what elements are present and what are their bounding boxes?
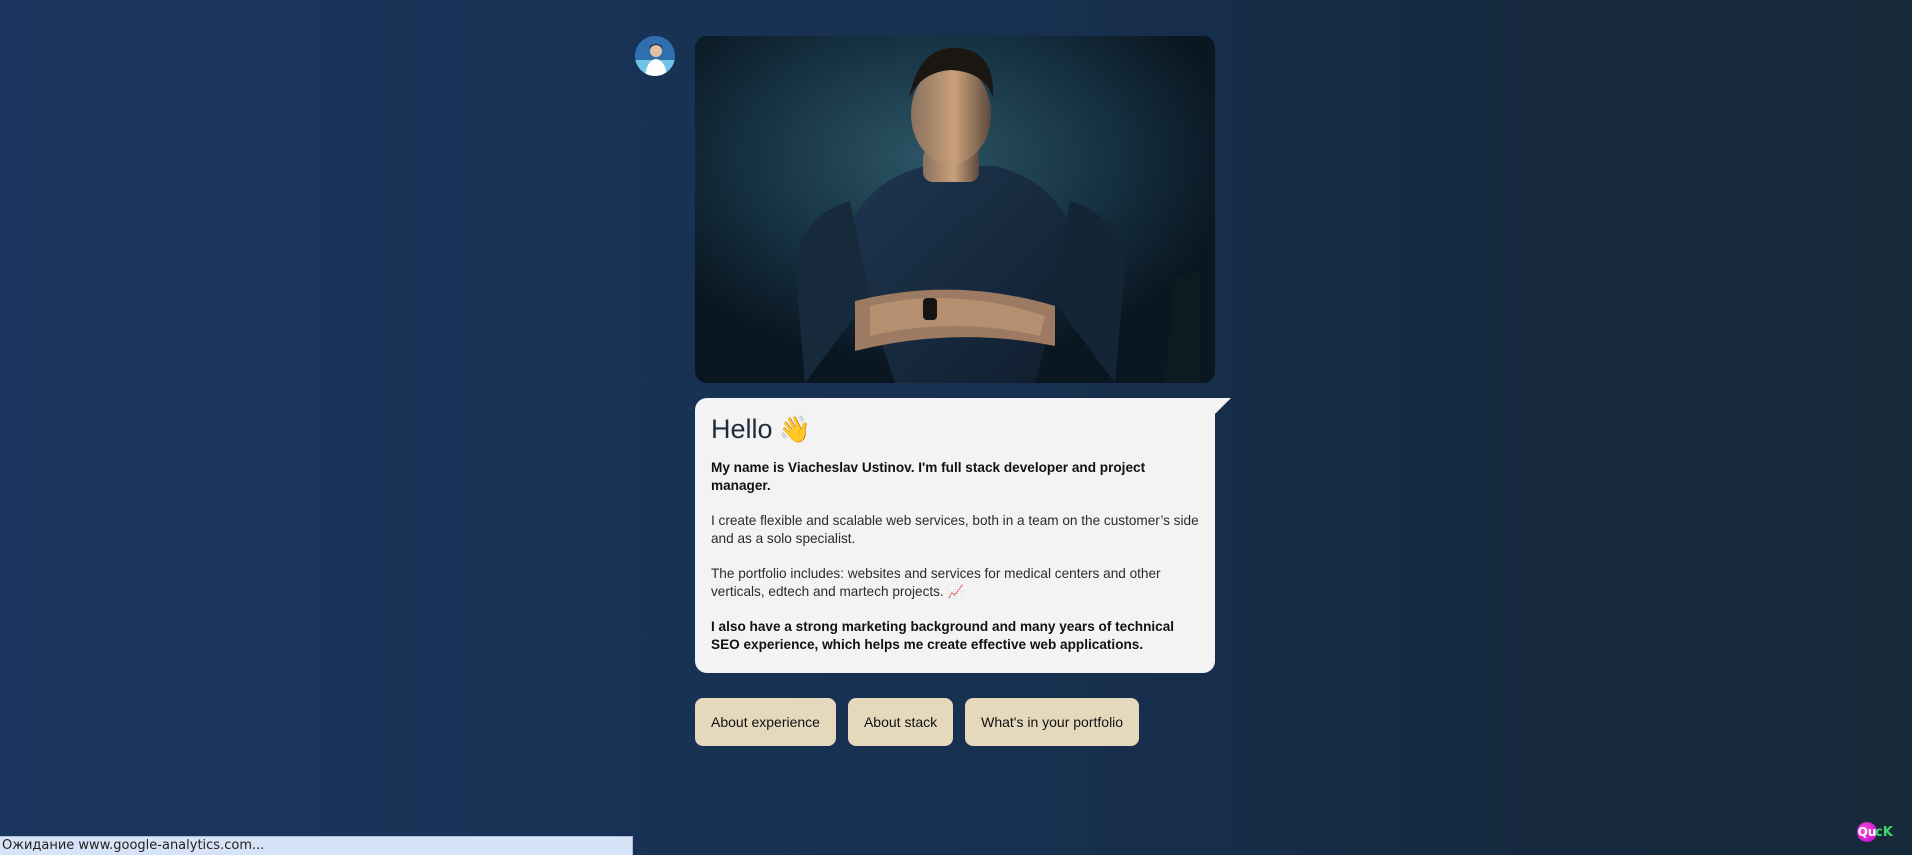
message-bubble: Hello 👋 My name is Viacheslav Ustinov. I…: [695, 398, 1215, 673]
chart-increasing-icon: 📈: [947, 584, 964, 599]
marketing-text: I also have a strong marketing backgroun…: [711, 619, 1175, 652]
browser-status-bar: Ожидание www.google-analytics.com...: [0, 836, 633, 855]
portfolio-text-body: The portfolio includes: websites and ser…: [711, 566, 1161, 599]
quick-logo-first: Qu: [1857, 822, 1877, 842]
intro-text: My name is Viacheslav Ustinov. I'm full …: [711, 460, 1146, 493]
about-experience-button[interactable]: About experience: [695, 698, 836, 746]
bubble-tail: [1215, 398, 1231, 414]
about-stack-button[interactable]: About stack: [847, 698, 954, 746]
quick-logo-icon[interactable]: Qu cK: [1857, 822, 1893, 842]
user-avatar-icon: [635, 36, 675, 76]
services-text: I create flexible and scalable web servi…: [711, 513, 1199, 546]
portfolio-button[interactable]: What's in your portfolio: [965, 698, 1140, 746]
quick-logo-rest: cK: [1875, 824, 1893, 840]
greeting-text: Hello: [711, 414, 773, 444]
quick-reply-buttons: About experience About stack What's in y…: [695, 698, 1140, 746]
waving-hand-icon: 👋: [778, 414, 811, 444]
portrait-photo: [695, 36, 1215, 383]
greeting-heading: Hello 👋: [711, 414, 1199, 445]
portfolio-text: The portfolio includes: websites and ser…: [711, 565, 1199, 601]
